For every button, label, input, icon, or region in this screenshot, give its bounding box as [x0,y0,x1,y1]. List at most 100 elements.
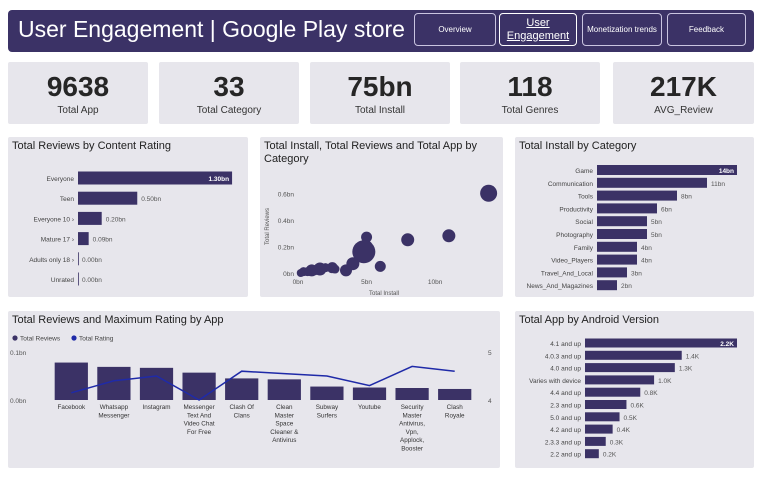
x-category-label: Whatsapp [100,404,129,411]
kpi-label: AVG_Review [654,105,713,116]
bar [585,363,675,373]
data-label: 14bn [719,168,734,175]
data-label: 1.4K [686,353,700,360]
kpi-label: Total Install [354,105,406,116]
x-tick-label: 0bn [293,279,304,286]
data-label: 0.3K [610,439,624,446]
bar [585,350,682,360]
panel-reviews-rating-by-app: Total Reviews and Maximum Rating by App … [8,311,500,468]
data-label: 0.5K [624,415,638,422]
legend-label: Total Reviews [20,336,61,343]
x-category-label: Applock, [400,437,424,444]
bar [182,372,216,400]
bar [438,388,472,400]
left-tick-label: 0.0bn [10,398,27,405]
bar [585,424,613,434]
bar [310,386,344,400]
bar [585,387,641,397]
category-label: Everyone 10 › [34,216,74,223]
bar [597,229,647,239]
bar [352,387,387,400]
nav-overview-button[interactable]: Overview [414,13,496,46]
bar [597,280,617,291]
bar [597,241,637,252]
category-label: 4.0.3 and up [545,353,582,360]
data-label: 3bn [631,270,642,277]
nav-overview-label: Overview [438,24,472,34]
kpi-label: Total Genres [501,105,559,116]
x-category-label: Space [275,421,293,428]
bar [597,177,707,188]
x-category-label: Clans [234,412,250,419]
x-category-label: Royale [445,412,465,419]
x-tick-label: 5bn [361,279,372,286]
bar [585,375,655,385]
nav-monetization-button[interactable]: Monetization trends [582,13,662,46]
category-label: Everyone [47,176,75,183]
bar [597,203,657,214]
nav-user-engagement-label: User Engagement [506,16,570,42]
x-category-label: Clash [447,404,464,411]
data-label: 0.2K [603,452,617,459]
scatter-point [442,229,456,243]
nav-user-engagement-button[interactable]: User Engagement [499,13,577,46]
scatter-point [401,233,415,247]
x-tick-label: 10bn [428,279,443,286]
x-category-label: Antivirus, [399,421,425,428]
category-label: 2.2 and up [550,452,581,459]
y-tick-label: 0.4bn [278,218,295,225]
category-label: 2.3.3 and up [545,439,582,446]
data-label: 2bn [621,283,632,290]
scatter-point [374,260,386,272]
x-category-label: Surfers [317,412,337,419]
kpi-value: 118 [507,71,553,102]
x-category-label: Messenger [98,412,129,419]
bar [54,362,88,400]
bar [585,412,620,422]
panel-install-by-category: Total Install by Category Game 14bn Commun… [515,137,754,297]
data-label: 0.50bn [141,196,161,203]
data-label: 1.30bn [208,176,229,183]
bar [78,252,79,266]
bar [78,272,79,286]
bar [597,216,647,227]
data-label: 0.6K [630,403,644,410]
header-bar: User Engagement | Google Play store Over… [8,10,754,52]
reviews-rating-combo-chart: Total Reviews Total Rating 0.0bn 0.1bn 4 5 Fac… [10,335,492,453]
bar [585,338,737,348]
data-label: 5bn [651,232,662,239]
category-label: Mature 17 › [41,237,74,244]
category-label: Productivity [559,206,593,213]
bar [78,211,102,225]
category-label: Family [574,245,594,252]
category-label: Travel_And_Local [541,270,594,277]
data-label: 0.20bn [106,216,126,223]
data-label: 1.0K [658,378,672,385]
category-label: Communication [548,181,594,188]
data-label: 5bn [651,219,662,226]
data-label: 6bn [661,206,672,213]
data-label: 11bn [711,181,725,188]
x-category-label: Youtube [358,404,381,411]
bar [597,254,637,265]
x-category-label: Master [402,412,421,419]
x-category-label: Subway [316,404,339,411]
x-category-label: Text And [187,412,212,419]
x-category-label: Vpn, [406,429,419,436]
bar [78,232,89,246]
kpi-label: Total App [57,105,99,116]
category-label: 4.0 and up [550,366,581,373]
install-by-category-bar-chart: Game 14bn Communication 11bn Tools 8bn Product… [527,165,737,291]
left-tick-label: 0.1bn [10,350,27,357]
kpi-total-install: 75bn Total Install [310,62,450,124]
kpi-value: 9638 [46,71,110,102]
category-label: Tools [578,194,594,201]
nav-feedback-button[interactable]: Feedback [667,13,746,46]
x-category-label: Instagram [143,404,171,411]
y-tick-label: 0.6bn [278,191,295,198]
x-category-label: Cleaner & [270,429,299,436]
legend-label: Total Rating [79,336,114,343]
x-category-label: Antivirus [272,437,296,444]
y-tick-label: 0bn [283,271,294,278]
category-label: Video_Players [551,258,594,265]
